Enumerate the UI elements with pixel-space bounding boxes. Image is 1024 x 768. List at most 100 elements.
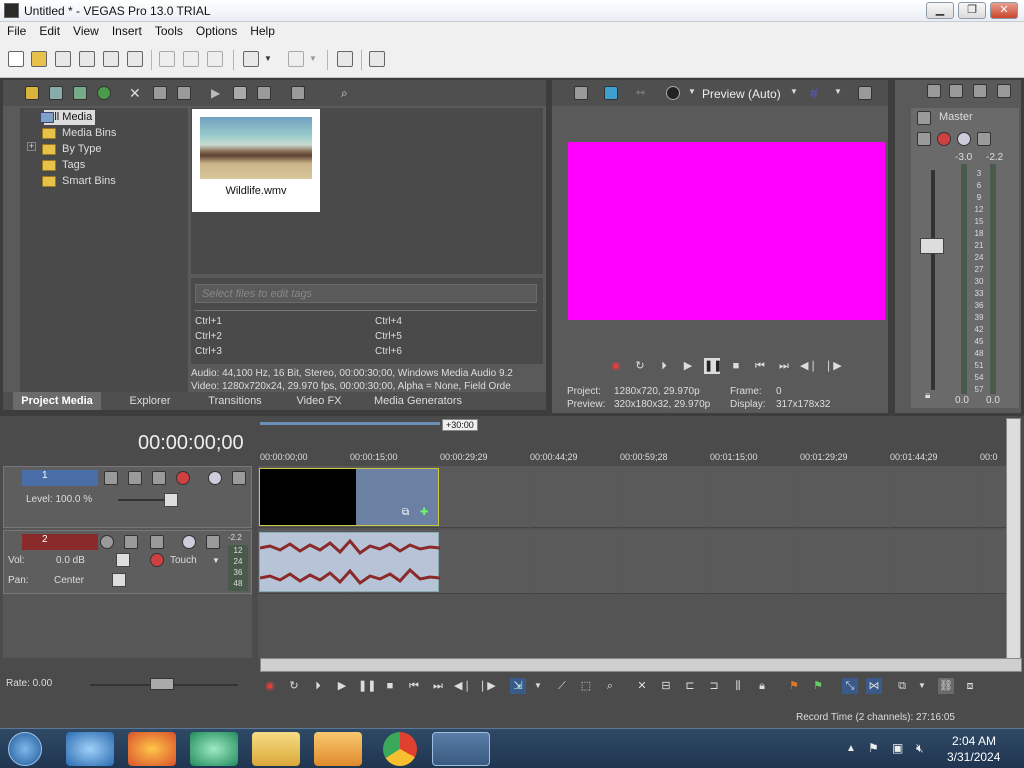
timeline-play-icon[interactable]: ▶ (334, 678, 350, 694)
timeline-loop-icon[interactable]: ↻ (286, 678, 302, 694)
tag-shortcut-3[interactable]: Ctrl+3 (195, 346, 222, 357)
timeline-play-start-icon[interactable]: ⏵ (310, 678, 326, 694)
master-solo-icon[interactable] (977, 132, 991, 146)
pause-icon[interactable]: ❚❚ (704, 358, 722, 374)
stop-preview-icon[interactable] (233, 86, 247, 100)
menu-view[interactable]: View (66, 22, 105, 38)
preview-quality-dropdown-icon[interactable]: ▼ (688, 87, 696, 96)
audio-event-clip[interactable] (259, 532, 440, 592)
normal-edit-tool-icon[interactable]: ⇲ (510, 678, 526, 694)
action-center-icon[interactable]: ⚑ (868, 741, 879, 755)
audio-fx-icon[interactable] (150, 553, 164, 567)
menu-options[interactable]: Options (189, 22, 243, 38)
chrome-icon[interactable] (383, 732, 417, 766)
snap-icon[interactable]: ⧉ (894, 678, 910, 694)
automation-mode[interactable]: Touch (170, 555, 197, 566)
timeline-prev-frame-icon[interactable]: ◀❘ (454, 678, 472, 694)
lock-envelopes-icon[interactable]: ⧈ (962, 678, 978, 694)
tag-shortcut-1[interactable]: Ctrl+1 (195, 316, 222, 327)
lock-event-icon[interactable]: 🔒︎ (754, 678, 770, 694)
capture-video-icon[interactable] (49, 86, 63, 100)
preview-properties-icon[interactable] (574, 86, 588, 100)
trim-icon[interactable]: ⊟ (658, 678, 674, 694)
insert-marker-icon[interactable]: ⚑ (786, 678, 802, 694)
timeline-ruler[interactable]: 00:00:00;00 00:00:15;00 00:00:29;29 00:0… (258, 446, 1006, 464)
whats-this-help-icon[interactable] (369, 51, 385, 67)
pan-slider-handle[interactable] (112, 573, 126, 587)
arm-for-record-icon[interactable] (100, 535, 114, 549)
menu-insert[interactable]: Insert (105, 22, 148, 38)
tree-item-by-type[interactable]: By Type (62, 142, 102, 157)
solo-icon[interactable] (232, 471, 246, 485)
save-icon[interactable] (55, 51, 71, 67)
event-pan-crop-icon[interactable]: ⧉ (402, 507, 409, 518)
firefox-icon[interactable] (128, 732, 176, 766)
timeline-pause-icon[interactable]: ❚❚ (358, 678, 376, 694)
tag-shortcut-5[interactable]: Ctrl+5 (375, 331, 402, 342)
master-bypass-icon[interactable] (917, 132, 931, 146)
media-fx-icon[interactable] (153, 86, 167, 100)
selection-tool-icon[interactable]: ⬚ (578, 678, 594, 694)
tab-project-media[interactable]: Project Media (13, 392, 101, 410)
lock-icon[interactable]: 🔒︎ (925, 390, 930, 401)
audio-mute-icon[interactable] (182, 535, 196, 549)
rate-slider-handle[interactable] (150, 678, 174, 690)
auto-preview-icon[interactable]: ▶ (211, 86, 225, 100)
zoom-tool-icon[interactable]: ⌕ (602, 678, 618, 694)
tab-transitions[interactable]: Transitions (195, 392, 275, 410)
next-frame-icon[interactable]: ❘▶ (824, 358, 842, 374)
trim-start-icon[interactable]: ⊏ (682, 678, 698, 694)
redo-dropdown-icon[interactable]: ▼ (309, 51, 319, 67)
snap-dropdown-icon[interactable]: ▼ (914, 678, 930, 694)
menu-tools[interactable]: Tools (148, 22, 189, 38)
volume-muted-icon[interactable]: 🔇︎ (916, 741, 924, 756)
master-fader-handle[interactable] (920, 238, 944, 254)
external-monitor-icon[interactable] (604, 86, 618, 100)
media-thumbnail-card[interactable]: Wildlife.wmv (192, 109, 320, 212)
audio-solo-icon[interactable] (206, 535, 220, 549)
clock-date[interactable]: 3/31/2024 (947, 750, 1000, 764)
go-to-end-icon[interactable]: ⏭ (776, 358, 792, 374)
play-from-start-icon[interactable]: ⏵ (656, 358, 672, 374)
previous-frame-icon[interactable]: ◀❘ (800, 358, 818, 374)
auto-ripple-icon[interactable]: ⤡ (842, 678, 858, 694)
automation-dropdown-icon[interactable]: ▼ (212, 556, 220, 565)
undo-dropdown-icon[interactable]: ▼ (264, 51, 274, 67)
remove-media-icon[interactable]: ✕ (129, 86, 143, 100)
auto-preview-toggle-icon[interactable] (257, 86, 271, 100)
downmix-icon[interactable] (949, 84, 963, 98)
tree-item-media-bins[interactable]: Media Bins (62, 126, 116, 141)
save-as-icon[interactable] (79, 51, 95, 67)
tag-shortcut-2[interactable]: Ctrl+2 (195, 331, 222, 342)
maximize-button[interactable]: ❐ (958, 2, 986, 19)
track-fx-icon[interactable] (176, 471, 190, 485)
minimize-button[interactable]: ▁ (926, 2, 954, 19)
invert-phase-icon[interactable] (124, 535, 138, 549)
copy-snapshot-icon[interactable] (858, 86, 872, 100)
preview-mode-dropdown[interactable]: Preview (Auto) (702, 87, 781, 101)
play-icon[interactable]: ▶ (680, 358, 696, 374)
record-icon[interactable]: ◉ (608, 358, 624, 374)
vertical-scrollbar[interactable] (1006, 418, 1021, 672)
track-motion-icon[interactable] (104, 471, 118, 485)
edit-tool-dropdown-icon[interactable]: ▼ (530, 678, 546, 694)
dim-output-icon[interactable] (973, 84, 987, 98)
overlays-dropdown-icon[interactable]: ▼ (834, 87, 842, 96)
media-properties-icon[interactable] (177, 86, 191, 100)
preview-quality-icon[interactable] (666, 86, 680, 100)
auto-crossfade-icon[interactable]: ⋈ (866, 678, 882, 694)
clock-time[interactable]: 2:04 AM (952, 734, 996, 748)
stop-icon[interactable]: ■ (728, 358, 744, 374)
parent-composite-icon[interactable] (152, 471, 166, 485)
lock-meters-icon[interactable] (997, 84, 1011, 98)
file-explorer-icon[interactable] (252, 732, 300, 766)
menu-edit[interactable]: Edit (32, 22, 66, 38)
show-hidden-icons[interactable]: ▲ (846, 743, 856, 754)
timeline-stop-icon[interactable]: ■ (382, 678, 398, 694)
paste-icon[interactable] (207, 51, 223, 67)
remote-app-icon[interactable] (190, 732, 238, 766)
delete-icon[interactable]: ✕ (634, 678, 650, 694)
media-player-icon[interactable] (314, 732, 362, 766)
compositing-mode-icon[interactable] (128, 471, 142, 485)
tag-shortcut-6[interactable]: Ctrl+6 (375, 346, 402, 357)
